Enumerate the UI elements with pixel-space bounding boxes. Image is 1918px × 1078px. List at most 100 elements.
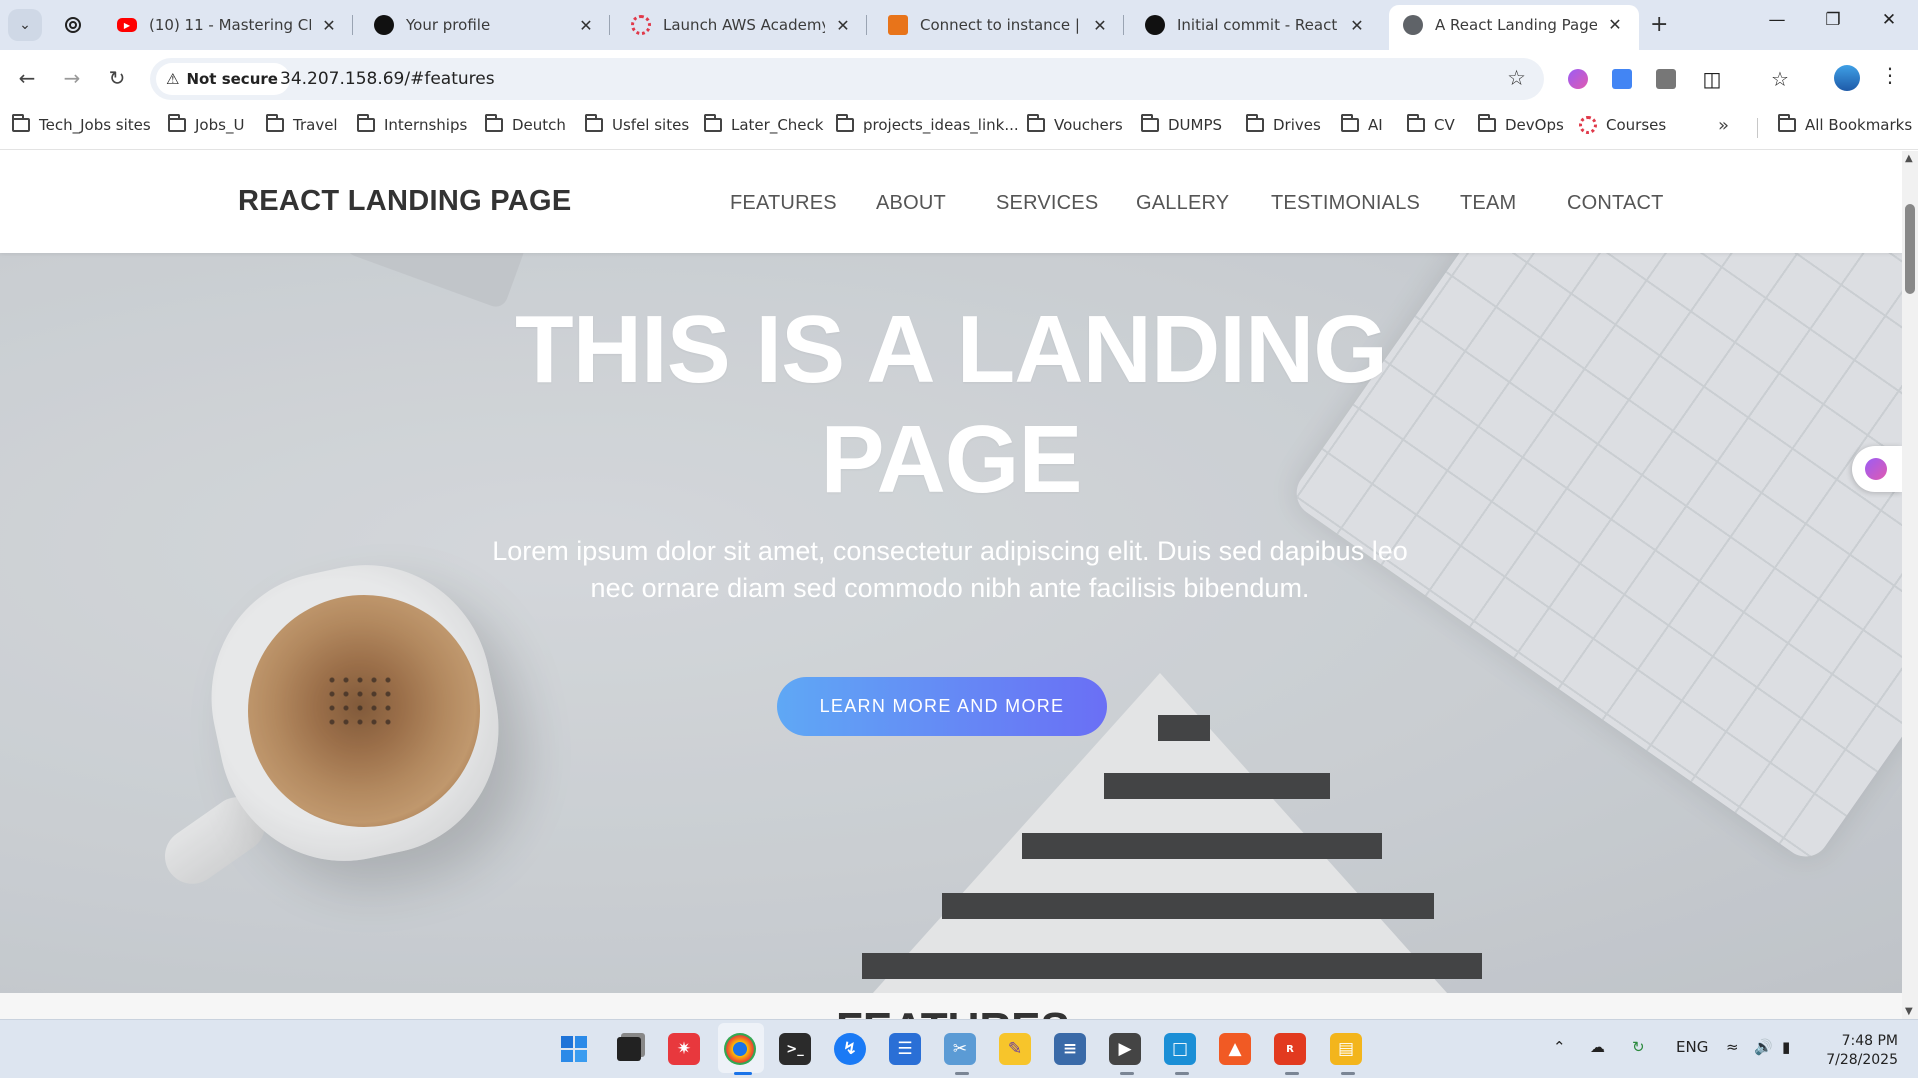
- nav-about[interactable]: ABOUT: [876, 192, 946, 215]
- nav-features[interactable]: FEATURES: [730, 192, 837, 215]
- site-navbar: REACT LANDING PAGE FEATURES ABOUT SERVIC…: [0, 151, 1902, 253]
- floating-extension-badge[interactable]: [1852, 446, 1902, 492]
- more-bookmarks-icon[interactable]: »: [1718, 115, 1729, 136]
- bookmark-label: projects_ideas_link...: [863, 116, 1019, 134]
- tab-youtube[interactable]: ▶ (10) 11 - Mastering CI/CD ✕: [103, 7, 353, 43]
- close-window-icon[interactable]: ✕: [1874, 10, 1904, 30]
- bookmark-folder[interactable]: Courses: [1579, 116, 1666, 134]
- app-green-icon[interactable]: ▶: [1109, 1033, 1141, 1065]
- brave-icon[interactable]: ▲: [1219, 1033, 1251, 1065]
- folder-icon: [1141, 114, 1159, 132]
- tab-title: A React Landing Page Ter: [1435, 15, 1597, 34]
- extensions-puzzle-icon[interactable]: ◫: [1700, 67, 1724, 91]
- extension-note-icon[interactable]: [1654, 67, 1678, 91]
- bookmark-star-icon[interactable]: ☆: [1507, 66, 1526, 90]
- forward-icon[interactable]: →: [58, 64, 86, 92]
- bookmark-label: All Bookmarks: [1805, 116, 1913, 134]
- tab-search-button[interactable]: ⌄: [8, 9, 42, 41]
- close-tab-icon[interactable]: ✕: [1605, 15, 1625, 34]
- tray-overflow-icon[interactable]: ⌃: [1553, 1038, 1566, 1056]
- notepad-icon[interactable]: ☰: [889, 1033, 921, 1065]
- bookmark-folder[interactable]: Jobs_U: [168, 114, 244, 134]
- bookmark-folder[interactable]: Later_Check: [704, 114, 823, 134]
- profile-avatar[interactable]: [1834, 65, 1860, 91]
- menu-kebab-icon[interactable]: ⋮: [1880, 63, 1900, 87]
- bookmark-folder[interactable]: Usfel sites: [585, 114, 690, 134]
- bookmark-folder[interactable]: Drives: [1246, 114, 1321, 134]
- back-icon[interactable]: ←: [13, 64, 41, 92]
- site-brand[interactable]: REACT LANDING PAGE: [238, 185, 572, 218]
- close-tab-icon[interactable]: ✕: [1090, 16, 1110, 35]
- scroll-thumb[interactable]: [1905, 204, 1915, 294]
- close-tab-icon[interactable]: ✕: [1347, 16, 1367, 35]
- bookmark-label: Usfel sites: [612, 116, 690, 134]
- extension-brain-icon[interactable]: [1566, 67, 1590, 91]
- nav-contact[interactable]: CONTACT: [1567, 192, 1664, 215]
- restore-icon[interactable]: ❐: [1818, 10, 1848, 30]
- address-bar[interactable]: ⚠ Not secure 34.207.158.69/#features ☆: [150, 58, 1544, 100]
- page-scrollbar[interactable]: ▲ ▼: [1902, 151, 1918, 1019]
- nav-testimonials[interactable]: TESTIMONIALS: [1271, 192, 1420, 215]
- clock-date: 7/28/2025: [1826, 1052, 1898, 1068]
- remote-desktop-icon[interactable]: □: [1164, 1033, 1196, 1065]
- windows-start-icon[interactable]: [558, 1033, 590, 1065]
- new-tab-button[interactable]: +: [1650, 12, 1668, 37]
- folder-icon: [485, 114, 503, 132]
- bookmark-folder[interactable]: AI: [1341, 114, 1383, 134]
- minimize-icon[interactable]: —: [1762, 10, 1792, 30]
- terminal-icon[interactable]: >_: [779, 1033, 811, 1065]
- sync-icon[interactable]: ↻: [1632, 1038, 1645, 1056]
- bookmark-folder[interactable]: Tech_Jobs sites: [12, 114, 151, 134]
- bookmark-folder[interactable]: CV: [1407, 114, 1455, 134]
- messenger-icon[interactable]: ↯: [834, 1033, 866, 1065]
- volume-icon[interactable]: 🔊: [1754, 1038, 1773, 1056]
- battery-icon[interactable]: ▮: [1782, 1038, 1790, 1056]
- bookmark-label: Courses: [1606, 116, 1667, 134]
- language-indicator[interactable]: ENG: [1676, 1038, 1708, 1056]
- tab-aws-academy[interactable]: Launch AWS Academy Le ✕: [617, 7, 867, 43]
- close-tab-icon[interactable]: ✕: [833, 16, 853, 35]
- bookmark-folder[interactable]: Internships: [357, 114, 467, 134]
- learn-more-button[interactable]: LEARN MORE AND MORE: [777, 677, 1107, 736]
- sticky-notes-icon[interactable]: ✎: [999, 1033, 1031, 1065]
- url-text[interactable]: 34.207.158.69/#features: [280, 69, 495, 89]
- nav-team[interactable]: TEAM: [1460, 192, 1516, 215]
- tab-github-profile[interactable]: Your profile ✕: [360, 7, 610, 43]
- tab-divider: [866, 15, 867, 35]
- chrome-icon[interactable]: [724, 1033, 756, 1065]
- network-app-icon[interactable]: ≡: [1054, 1033, 1086, 1065]
- snipping-tool-icon[interactable]: ✂: [944, 1033, 976, 1065]
- scroll-down-icon[interactable]: ▼: [1905, 1006, 1913, 1017]
- wifi-icon[interactable]: ≈: [1726, 1038, 1739, 1056]
- file-explorer-icon[interactable]: ▤: [1330, 1033, 1362, 1065]
- app-red-icon[interactable]: ✷: [668, 1033, 700, 1065]
- tab-github-commit[interactable]: Initial commit - React EC2 ✕: [1131, 7, 1381, 43]
- reload-icon[interactable]: ↻: [103, 64, 131, 92]
- nav-gallery[interactable]: GALLERY: [1136, 192, 1229, 215]
- bookmark-folder[interactable]: DUMPS: [1141, 114, 1222, 134]
- close-tab-icon[interactable]: ✕: [576, 16, 596, 35]
- site-security-chip[interactable]: ⚠ Not secure: [156, 63, 290, 95]
- nav-services[interactable]: SERVICES: [996, 192, 1098, 215]
- tab-react-landing-active[interactable]: A React Landing Page Ter ✕: [1389, 5, 1639, 50]
- folder-icon: [704, 114, 722, 132]
- close-tab-icon[interactable]: ✕: [319, 16, 339, 35]
- bookmark-folder[interactable]: Travel: [266, 114, 338, 134]
- onedrive-icon[interactable]: ☁: [1590, 1038, 1605, 1056]
- scroll-up-icon[interactable]: ▲: [1905, 153, 1913, 164]
- pinned-tab-chatgpt[interactable]: [58, 11, 88, 39]
- reading-list-icon[interactable]: ☆: [1768, 67, 1792, 91]
- folder-icon: [12, 114, 30, 132]
- tab-divider: [1123, 15, 1124, 35]
- task-view-icon[interactable]: [613, 1033, 645, 1065]
- bookmark-folder[interactable]: Deutch: [485, 114, 566, 134]
- system-clock[interactable]: 7:48 PM 7/28/2025: [1808, 1032, 1898, 1070]
- extension-translate-icon[interactable]: [1610, 67, 1634, 91]
- all-bookmarks-button[interactable]: All Bookmarks: [1778, 114, 1913, 134]
- reader-icon[interactable]: R: [1274, 1033, 1306, 1065]
- bookmark-folder[interactable]: DevOps: [1478, 114, 1564, 134]
- tab-ec2-connect[interactable]: Connect to instance | EC2 ✕: [874, 7, 1124, 43]
- bookmark-folder[interactable]: projects_ideas_link...: [836, 114, 1019, 134]
- bookmark-folder[interactable]: Vouchers: [1027, 114, 1123, 134]
- bookmark-label: Drives: [1273, 116, 1321, 134]
